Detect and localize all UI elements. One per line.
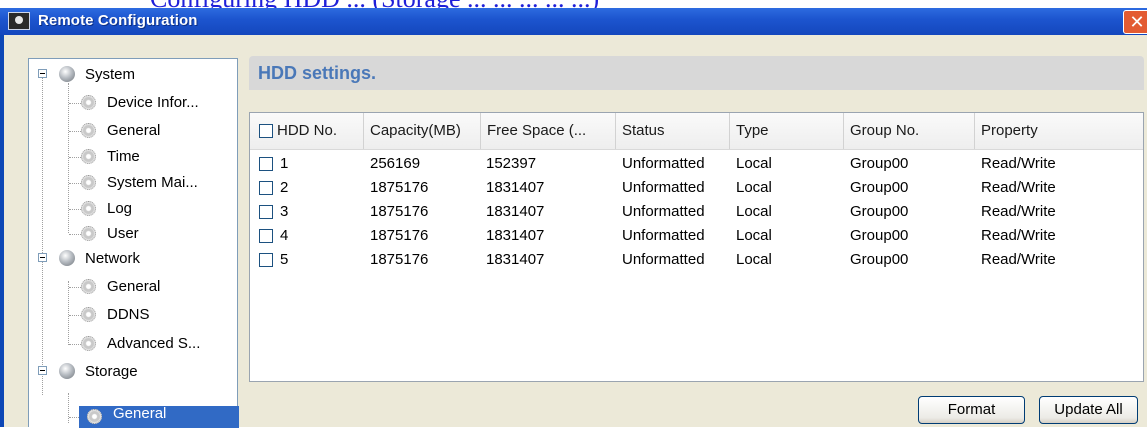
title-bar[interactable]: Remote Configuration ✕ — [0, 8, 1147, 35]
tree-item-storage-general[interactable]: General — [79, 405, 239, 428]
gear-icon — [81, 307, 96, 322]
column-header-free-space[interactable]: Free Space (... — [481, 113, 616, 149]
gear-icon — [81, 149, 96, 164]
table-row[interactable]: 2 1875176 1831407 Unformatted Local Grou… — [250, 176, 1143, 200]
remote-configuration-window: System Device Infor... General Time Syst… — [0, 35, 1147, 428]
tree-node-storage[interactable]: Storage — [37, 360, 227, 384]
tree-item-system-maintenance[interactable]: System Mai... — [81, 171, 236, 195]
collapse-icon[interactable] — [38, 253, 47, 262]
globe-icon — [59, 363, 75, 379]
collapse-icon[interactable] — [38, 366, 47, 375]
column-header-type[interactable]: Type — [730, 113, 844, 149]
tree-item-network-general[interactable]: General — [81, 275, 236, 299]
config-tree[interactable]: System Device Infor... General Time Syst… — [28, 58, 239, 428]
tree-node-label: Network — [85, 250, 141, 267]
hdd-table: HDD No. Capacity(MB) Free Space (... Sta… — [249, 112, 1144, 382]
settings-header: HDD settings. — [249, 56, 1144, 90]
tree-item-time[interactable]: Time — [81, 145, 236, 169]
select-all-checkbox[interactable] — [259, 124, 273, 138]
tree-item-system-general[interactable]: General — [81, 119, 236, 143]
row-checkbox[interactable] — [259, 157, 273, 171]
tree-item-user[interactable]: User — [81, 222, 236, 246]
tree-node-system[interactable]: System — [37, 63, 227, 87]
gear-icon — [81, 279, 96, 294]
tree-item-advanced-settings[interactable]: Advanced S... — [81, 332, 236, 356]
table-row[interactable]: 1 256169 152397 Unformatted Local Group0… — [250, 152, 1143, 176]
table-header: HDD No. Capacity(MB) Free Space (... Sta… — [250, 113, 1143, 150]
page-title: HDD settings. — [258, 63, 377, 83]
window-title: Remote Configuration — [38, 12, 198, 29]
tree-item-device-info[interactable]: Device Infor... — [81, 91, 236, 115]
table-row[interactable]: 4 1875176 1831407 Unformatted Local Grou… — [250, 224, 1143, 248]
table-row[interactable]: 5 1875176 1831407 Unformatted Local Grou… — [250, 248, 1143, 272]
format-button[interactable]: Format — [918, 396, 1025, 424]
tree-node-label: Storage — [85, 363, 138, 380]
gear-icon — [81, 123, 96, 138]
row-checkbox[interactable] — [259, 205, 273, 219]
gear-icon — [87, 409, 102, 424]
tree-node-network[interactable]: Network — [37, 247, 227, 271]
cropped-heading-text: Configuring HDD ... (Storage ... ... ...… — [150, 0, 599, 8]
collapse-icon[interactable] — [38, 69, 47, 78]
background-document-text: Configuring HDD ... (Storage ... ... ...… — [0, 0, 1147, 8]
gear-icon — [81, 201, 96, 216]
close-button[interactable]: ✕ — [1123, 10, 1147, 34]
column-header-group-no[interactable]: Group No. — [844, 113, 975, 149]
camera-icon — [8, 12, 30, 30]
gear-icon — [81, 336, 96, 351]
gear-icon — [81, 175, 96, 190]
gear-icon — [81, 226, 96, 241]
globe-icon — [59, 250, 75, 266]
column-header-property[interactable]: Property — [975, 113, 1144, 149]
row-checkbox[interactable] — [259, 181, 273, 195]
update-all-button[interactable]: Update All — [1039, 396, 1138, 424]
row-checkbox[interactable] — [259, 229, 273, 243]
tree-node-label: System — [85, 66, 136, 83]
table-row[interactable]: 3 1875176 1831407 Unformatted Local Grou… — [250, 200, 1143, 224]
row-checkbox[interactable] — [259, 253, 273, 267]
tree-item-ddns[interactable]: DDNS — [81, 303, 236, 327]
column-header-capacity[interactable]: Capacity(MB) — [364, 113, 481, 149]
column-header-status[interactable]: Status — [616, 113, 730, 149]
gear-icon — [81, 95, 96, 110]
tree-item-log[interactable]: Log — [81, 197, 236, 221]
globe-icon — [59, 66, 75, 82]
